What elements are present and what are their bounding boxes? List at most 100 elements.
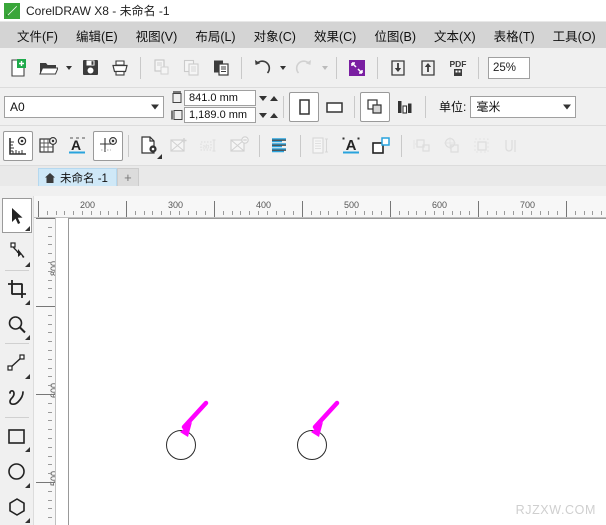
copy-button[interactable] — [176, 53, 206, 83]
import-button[interactable] — [383, 53, 413, 83]
object-duplicate-button[interactable] — [366, 131, 396, 161]
open-document-button[interactable] — [33, 53, 63, 83]
text-properties-button[interactable]: A — [336, 131, 366, 161]
menu-effects[interactable]: 效果(C) — [305, 23, 365, 48]
svg-text:ab: ab — [203, 144, 210, 150]
transform-button[interactable] — [437, 131, 467, 161]
text-frame-button[interactable] — [306, 131, 336, 161]
new-document-button[interactable] — [3, 53, 33, 83]
page-dimensions-group: 841.0 mm 1,189.0 mm — [170, 90, 278, 123]
spin-down-icon[interactable] — [259, 95, 267, 101]
spin-up-icon[interactable] — [270, 112, 278, 118]
spin-up-icon[interactable] — [270, 95, 278, 101]
svg-text:PDF: PDF — [450, 59, 467, 69]
orientation-landscape-button[interactable] — [319, 92, 349, 122]
property-separator-2 — [354, 95, 355, 118]
delete-page-button[interactable] — [224, 131, 254, 161]
window-title: CorelDRAW X8 - 未命名 -1 — [26, 4, 170, 18]
document-tab-bar: 未命名 -1 + — [0, 166, 606, 186]
flyout-arrow-icon — [157, 153, 162, 159]
align-objects-button[interactable] — [407, 131, 437, 161]
page-width-field[interactable]: 841.0 mm — [184, 90, 256, 106]
save-button[interactable] — [75, 53, 105, 83]
property-bar: A0 841.0 mm 1,189.0 mm 单位: 毫米 — [0, 88, 606, 126]
redo-dropdown-caret[interactable] — [319, 53, 331, 83]
page-width-spinner[interactable] — [259, 95, 278, 101]
zoom-level-combo[interactable]: 25% — [488, 56, 530, 79]
page-height-spinner[interactable] — [259, 112, 278, 118]
toolbar-separator-5 — [478, 56, 479, 79]
freehand-tool[interactable] — [2, 345, 32, 380]
menu-text[interactable]: 文本(X) — [425, 23, 485, 48]
coreldraw-logo-icon — [4, 2, 20, 19]
snap-to-button[interactable] — [93, 130, 123, 161]
document-tab-untitled-1[interactable]: 未命名 -1 — [38, 168, 117, 186]
standard-toolbar: PDF 25% — [0, 48, 606, 88]
menu-view[interactable]: 视图(V) — [127, 23, 187, 48]
ellipse-shape-right[interactable] — [297, 430, 327, 460]
property-separator-1 — [283, 95, 284, 118]
view-separator-1 — [128, 134, 129, 157]
rename-page-button[interactable]: ab — [194, 131, 224, 161]
shape-tool[interactable] — [2, 233, 32, 268]
add-page-button[interactable]: + — [116, 168, 139, 186]
page-layer-button[interactable] — [360, 91, 390, 122]
spin-down-icon[interactable] — [259, 112, 267, 118]
menu-layout[interactable]: 布局(L) — [186, 23, 244, 48]
menu-table[interactable]: 表格(T) — [485, 23, 544, 48]
ellipse-shape-left[interactable] — [166, 430, 196, 460]
hruler-label-500: 500 — [344, 200, 360, 210]
flyout-arrow-icon — [24, 447, 30, 453]
menu-object[interactable]: 对象(C) — [245, 23, 305, 48]
group-button[interactable] — [467, 131, 497, 161]
vertical-ruler[interactable]: 800 600 500 — [34, 218, 56, 525]
search-content-button[interactable] — [342, 53, 372, 83]
hruler-label-200: 200 — [80, 200, 96, 210]
horizontal-ruler[interactable]: 200 300 400 500 600 700 — [34, 196, 606, 218]
print-button[interactable] — [105, 53, 135, 83]
toolbox-separator-2 — [4, 343, 29, 345]
document-page[interactable] — [68, 218, 606, 525]
export-button[interactable] — [413, 53, 443, 83]
orientation-portrait-button[interactable] — [289, 91, 319, 122]
page-size-combo[interactable]: A0 — [4, 95, 164, 118]
publish-pdf-button[interactable]: PDF — [443, 53, 473, 83]
menu-bitmap[interactable]: 位图(B) — [365, 23, 425, 48]
drawing-canvas[interactable]: RJZXW.COM — [56, 218, 606, 525]
polygon-tool[interactable] — [2, 490, 32, 525]
undo-button[interactable] — [247, 53, 277, 83]
page-height-row: 1,189.0 mm — [170, 107, 278, 123]
menu-edit[interactable]: 编辑(E) — [67, 23, 127, 48]
undo-dropdown-caret[interactable] — [277, 53, 289, 83]
units-combo[interactable]: 毫米 — [470, 95, 577, 118]
toolbar-separator-3 — [336, 56, 337, 79]
show-rulers-button[interactable] — [3, 130, 33, 161]
zoom-tool[interactable] — [2, 307, 32, 342]
paragraph-text-button[interactable] — [265, 131, 295, 161]
paste-button[interactable] — [206, 53, 236, 83]
weld-button[interactable] — [497, 131, 527, 161]
view-separator-4 — [401, 134, 402, 157]
ellipse-tool[interactable] — [2, 454, 32, 489]
insert-page-button[interactable] — [164, 131, 194, 161]
document-tab-label: 未命名 -1 — [60, 172, 108, 185]
menu-file[interactable]: 文件(F) — [8, 23, 67, 48]
cut-button[interactable] — [146, 53, 176, 83]
open-dropdown-caret[interactable] — [63, 53, 75, 83]
page-options-button[interactable] — [390, 92, 420, 122]
workspace: 200 300 400 500 600 700 800 600 500 RJZX… — [0, 196, 606, 525]
rectangle-tool[interactable] — [2, 419, 32, 454]
crop-tool[interactable] — [2, 272, 32, 307]
site-watermark: RJZXW.COM — [515, 503, 596, 517]
pick-tool[interactable] — [1, 198, 32, 234]
artistic-media-tool[interactable] — [2, 381, 32, 416]
page-height-icon — [170, 108, 184, 122]
coreldraw-window: CorelDRAW X8 - 未命名 -1 文件(F) 编辑(E) 视图(V) … — [0, 0, 606, 525]
page-height-field[interactable]: 1,189.0 mm — [184, 107, 256, 123]
show-guidelines-button[interactable]: A — [63, 131, 93, 161]
svg-text:A: A — [71, 137, 81, 153]
redo-button[interactable] — [289, 53, 319, 83]
document-options-button[interactable] — [134, 131, 164, 161]
show-grid-button[interactable] — [33, 131, 63, 161]
menu-tools[interactable]: 工具(O) — [544, 23, 605, 48]
